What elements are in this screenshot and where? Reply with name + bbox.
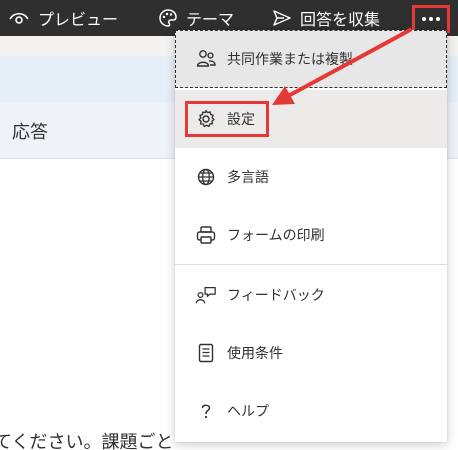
menu-divider xyxy=(175,264,447,265)
settings-highlight-box xyxy=(185,101,269,137)
more-options-button[interactable] xyxy=(412,5,450,33)
more-icon-dot xyxy=(436,17,440,21)
theme-label: テーマ xyxy=(186,10,235,29)
menu-item-label: ヘルプ xyxy=(227,404,269,420)
printer-icon xyxy=(195,224,217,246)
menu-item-label: 共同作業または複製 xyxy=(227,52,353,68)
globe-icon xyxy=(195,166,217,188)
menu-item-feedback[interactable]: フィードバック xyxy=(175,266,447,324)
menu-item-settings[interactable]: 設定 xyxy=(175,90,447,148)
people-icon xyxy=(195,48,217,70)
menu-item-help[interactable]: ヘルプ xyxy=(175,382,447,440)
send-icon xyxy=(272,9,292,27)
preview-button[interactable]: プレビュー xyxy=(8,0,118,36)
menu-item-print-form[interactable]: フォームの印刷 xyxy=(175,206,447,264)
menu-item-label: 使用条件 xyxy=(227,346,283,362)
menu-item-label: フィードバック xyxy=(227,288,325,304)
menu-item-collaborate[interactable]: 共同作業または複製 xyxy=(175,30,447,88)
menu-item-label: フォームの印刷 xyxy=(227,228,325,244)
feedback-icon xyxy=(195,284,217,306)
preview-label: プレビュー xyxy=(38,10,119,29)
document-icon xyxy=(195,342,217,364)
menu-item-multilingual[interactable]: 多言語 xyxy=(175,148,447,206)
form-body-text: てください。課題ごと xyxy=(0,432,174,450)
app-window: 応答 てください。課題ごと プレビュー テーマ 回答を収集 共同作業または複製 … xyxy=(0,0,458,450)
menu-item-terms-of-use[interactable]: 使用条件 xyxy=(175,324,447,382)
more-options-menu: 共同作業または複製 設定 多言語 フォームの印刷 フィードバック 使用条件 ヘル… xyxy=(175,30,447,442)
collect-label: 回答を収集 xyxy=(300,10,381,29)
question-icon xyxy=(195,400,217,422)
palette-icon xyxy=(158,8,178,28)
eye-icon xyxy=(8,10,30,26)
tab-responses[interactable]: 応答 xyxy=(12,118,48,144)
more-icon-dot xyxy=(429,17,433,21)
more-icon xyxy=(422,17,426,21)
menu-item-label: 多言語 xyxy=(227,170,269,186)
